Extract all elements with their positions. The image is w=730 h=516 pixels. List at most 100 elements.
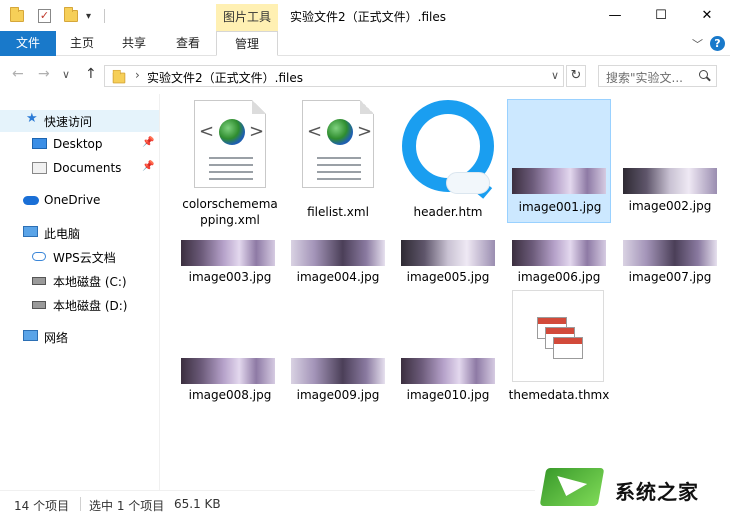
file-name: image007.jpg: [628, 270, 712, 284]
tab-file[interactable]: 文件: [0, 31, 56, 56]
breadcrumb-path[interactable]: 实验文件2（正式文件）.files: [147, 69, 303, 86]
wps-cloud-icon: [32, 252, 46, 261]
file-item[interactable]: image005.jpg: [396, 234, 500, 290]
documents-icon: [32, 162, 47, 174]
file-item[interactable]: image007.jpg: [618, 234, 722, 290]
ribbon-expand-chevron-icon[interactable]: ﹀: [692, 36, 703, 52]
navigation-pane: ★ 快速访问 Desktop 📌 Documents 📌 OneDrive 此电…: [0, 94, 160, 490]
sidebar-item-label: 网络: [44, 331, 69, 345]
image-thumbnail: [181, 358, 275, 384]
watermark-logo-icon: [539, 468, 605, 506]
address-dropdown-icon[interactable]: ∨: [551, 69, 559, 82]
sidebar-item-label: WPS云文档: [53, 251, 116, 265]
refresh-button[interactable]: ↻: [566, 65, 586, 87]
up-button[interactable]: ↑: [85, 66, 97, 82]
sidebar-item-label: 此电脑: [44, 227, 81, 241]
watermark: 系统之家: [535, 460, 730, 516]
window-title: 实验文件2（正式文件）.files: [290, 10, 446, 24]
file-name: image004.jpg: [296, 270, 380, 284]
file-name: colorschemema: [182, 197, 278, 211]
sidebar-item-this-pc[interactable]: 此电脑: [0, 222, 159, 244]
file-item[interactable]: image010.jpg: [396, 352, 500, 408]
status-divider: [80, 497, 81, 511]
file-name: image010.jpg: [406, 388, 490, 402]
selection-count: 选中 1 个项目: [89, 499, 165, 513]
quick-access-dropdown-icon[interactable]: ▾: [86, 7, 91, 25]
tab-view[interactable]: 查看: [164, 31, 212, 56]
file-item[interactable]: < > filelist.xml: [286, 100, 390, 224]
qq-browser-icon-cloud: [446, 172, 490, 194]
sidebar-item-wps-cloud[interactable]: WPS云文档: [0, 246, 159, 268]
recent-locations-dropdown[interactable]: ∨: [62, 68, 70, 81]
image-thumbnail: [512, 168, 606, 194]
file-item[interactable]: header.htm: [396, 100, 500, 224]
maximize-button[interactable]: ☐: [638, 0, 684, 31]
image-thumbnail: [291, 240, 385, 266]
sidebar-item-label: Desktop: [53, 137, 103, 151]
minimize-button[interactable]: —: [592, 0, 638, 31]
image-thumbnail: [401, 358, 495, 384]
sidebar-item-label: 快速访问: [44, 115, 93, 129]
sidebar-item-network[interactable]: 网络: [0, 326, 159, 348]
desktop-icon: [32, 138, 47, 149]
tab-home[interactable]: 主页: [58, 31, 106, 56]
file-name: image002.jpg: [628, 199, 712, 213]
file-name: image005.jpg: [406, 270, 490, 284]
image-thumbnail: [512, 240, 606, 266]
file-item[interactable]: image002.jpg: [618, 100, 722, 224]
sidebar-item-drive-c[interactable]: 本地磁盘 (C:): [0, 270, 159, 292]
folder-icon: [112, 69, 126, 84]
sidebar-item-onedrive[interactable]: OneDrive: [0, 190, 159, 212]
sidebar-item-desktop[interactable]: Desktop 📌: [0, 134, 159, 156]
breadcrumb-chevron-icon[interactable]: ›: [135, 68, 140, 82]
close-button[interactable]: ✕: [684, 0, 730, 31]
tab-manage[interactable]: 管理: [216, 31, 278, 56]
sidebar-item-label: 本地磁盘 (D:): [53, 299, 128, 313]
back-button[interactable]: ←: [12, 66, 24, 82]
help-icon[interactable]: ?: [710, 36, 725, 51]
folder-icon[interactable]: [10, 7, 24, 25]
file-item-selected[interactable]: image001.jpg: [507, 99, 611, 223]
file-name: image008.jpg: [188, 388, 272, 402]
properties-check-icon[interactable]: ✓: [38, 7, 51, 25]
drive-icon: [32, 301, 46, 309]
file-name: pping.xml: [200, 213, 260, 227]
navigation-bar: ← → ∨ ↑ › 实验文件2（正式文件）.files ∨ ↻ 搜索"实验文..…: [0, 56, 730, 94]
file-item[interactable]: image008.jpg: [178, 352, 282, 408]
search-input[interactable]: 搜索"实验文...: [598, 65, 717, 87]
file-item[interactable]: themedata.thmx: [507, 290, 611, 414]
sidebar-item-drive-d[interactable]: 本地磁盘 (D:): [0, 294, 159, 316]
tab-share[interactable]: 共享: [110, 31, 158, 56]
file-name: filelist.xml: [307, 205, 369, 219]
search-placeholder: 搜索"实验文...: [606, 71, 683, 85]
file-item[interactable]: < > colorschemema pping.xml: [178, 100, 282, 227]
file-name: themedata.thmx: [508, 388, 610, 402]
xml-file-icon: < >: [194, 100, 266, 188]
pin-icon[interactable]: 📌: [142, 137, 154, 148]
ribbon-tab-bar: 文件 主页 共享 查看 管理 ﹀ ?: [0, 31, 730, 56]
star-icon: ★: [26, 111, 38, 126]
watermark-text: 系统之家: [615, 480, 699, 504]
sidebar-item-documents[interactable]: Documents 📌: [0, 158, 159, 180]
image-thumbnail: [291, 358, 385, 384]
pin-icon[interactable]: 📌: [142, 161, 154, 172]
file-item[interactable]: image006.jpg: [507, 234, 611, 290]
image-thumbnail: [623, 168, 717, 194]
network-icon: [23, 330, 38, 341]
item-count: 14 个项目: [14, 499, 70, 513]
quick-access-divider: [104, 9, 105, 23]
image-thumbnail: [401, 240, 495, 266]
search-icon[interactable]: [699, 70, 708, 79]
selection-size: 65.1 KB: [174, 497, 221, 511]
file-item[interactable]: image009.jpg: [286, 352, 390, 408]
sidebar-item-quick-access[interactable]: ★ 快速访问: [0, 110, 159, 132]
file-name: image006.jpg: [517, 270, 601, 284]
image-thumbnail: [623, 240, 717, 266]
forward-button[interactable]: →: [38, 66, 50, 82]
file-item[interactable]: image004.jpg: [286, 234, 390, 290]
address-bar[interactable]: › 实验文件2（正式文件）.files ∨: [104, 65, 564, 87]
file-item[interactable]: image003.jpg: [178, 234, 282, 290]
new-folder-icon[interactable]: [64, 7, 78, 25]
computer-icon: [23, 226, 38, 237]
theme-file-icon: [512, 290, 604, 382]
